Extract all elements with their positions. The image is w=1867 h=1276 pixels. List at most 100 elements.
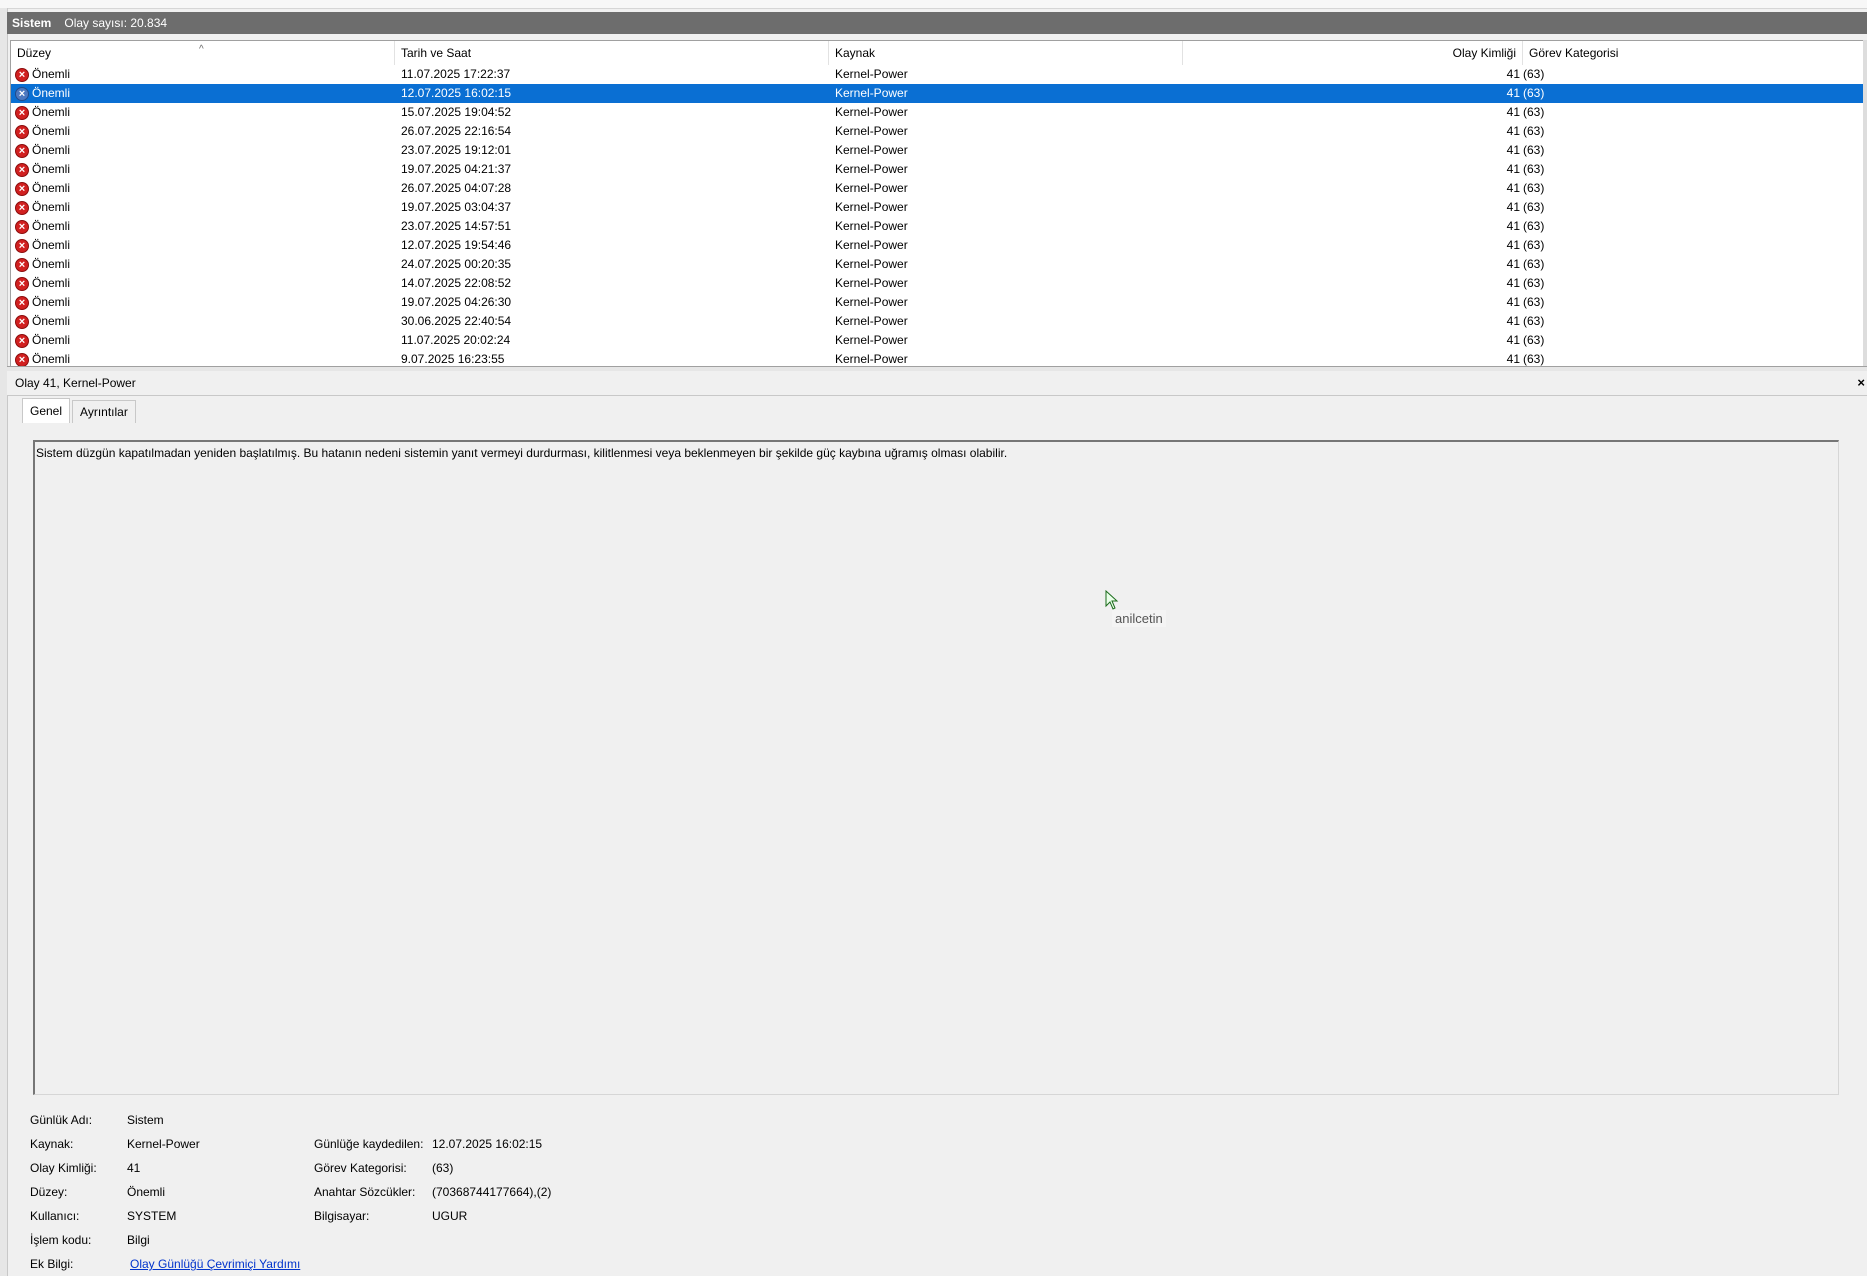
error-circle-icon: × bbox=[15, 67, 29, 82]
mouse-pointer-icon bbox=[1105, 590, 1119, 610]
cell-datetime: 15.07.2025 19:04:52 bbox=[401, 105, 512, 119]
cell-level: × Önemli bbox=[15, 198, 70, 217]
column-header-event-id[interactable]: Olay Kimliği bbox=[1183, 41, 1523, 65]
table-row[interactable]: × Önemli 19.07.2025 04:26:30 Kernel-Power 41… bbox=[11, 293, 1867, 312]
error-circle-icon: × bbox=[15, 86, 29, 101]
table-row[interactable]: × Önemli 19.07.2025 03:04:37 Kernel-Power 41… bbox=[11, 198, 1867, 217]
cell-datetime: 26.07.2025 04:07:28 bbox=[401, 181, 512, 195]
table-row[interactable]: × Önemli 14.07.2025 22:08:52 Kernel-Power 41… bbox=[11, 274, 1867, 293]
cell-level: × Önemli bbox=[15, 84, 70, 103]
online-help-link[interactable]: Olay Günlüğü Çevrimiçi Yardımı bbox=[130, 1257, 300, 1271]
prop-logged: Günlüğe kaydedilen: 12.07.2025 16:02:15 bbox=[314, 1137, 543, 1151]
event-list[interactable]: Düzey ^ Tarih ve Saat Kaynak Olay Kimliğ… bbox=[10, 40, 1867, 368]
sort-ascending-icon: ^ bbox=[199, 44, 204, 55]
cell-category: (63) bbox=[1523, 181, 1545, 195]
table-row[interactable]: × Önemli 23.07.2025 14:57:51 Kernel-Power 41… bbox=[11, 217, 1867, 236]
error-circle-icon: × bbox=[15, 295, 29, 310]
column-header-datetime[interactable]: Tarih ve Saat bbox=[395, 41, 829, 65]
table-row[interactable]: × Önemli 15.07.2025 19:04:52 Kernel-Power 41… bbox=[11, 103, 1867, 122]
detail-tabs: Genel Ayrıntılar bbox=[22, 398, 138, 424]
table-row[interactable]: × Önemli 19.07.2025 04:21:37 Kernel-Power 41… bbox=[11, 160, 1867, 179]
cell-datetime: 23.07.2025 19:12:01 bbox=[401, 143, 512, 157]
column-header-level[interactable]: Düzey ^ bbox=[11, 41, 395, 65]
cell-datetime: 11.07.2025 17:22:37 bbox=[401, 67, 511, 81]
cell-datetime: 19.07.2025 04:21:37 bbox=[401, 162, 512, 176]
error-circle-icon: × bbox=[15, 162, 29, 177]
cell-level: × Önemli bbox=[15, 331, 70, 350]
table-row[interactable]: × Önemli 26.07.2025 22:16:54 Kernel-Power 41… bbox=[11, 122, 1867, 141]
detail-header: Olay 41, Kernel-Power × bbox=[7, 371, 1867, 396]
list-scrollbar[interactable] bbox=[1863, 40, 1867, 366]
cell-datetime: 14.07.2025 22:08:52 bbox=[401, 276, 512, 290]
error-circle-icon: × bbox=[15, 257, 29, 272]
prop-source: Kaynak: Kernel-Power bbox=[30, 1137, 200, 1151]
table-row[interactable]: × Önemli 30.06.2025 22:40:54 Kernel-Power 41… bbox=[11, 312, 1867, 331]
error-circle-icon: × bbox=[15, 124, 29, 139]
cell-source: Kernel-Power bbox=[835, 86, 908, 100]
cell-event-id: 41 bbox=[1506, 162, 1520, 176]
cell-category: (63) bbox=[1523, 200, 1545, 214]
column-header-category[interactable]: Görev Kategorisi bbox=[1523, 41, 1867, 65]
table-row[interactable]: × Önemli 12.07.2025 16:02:15 Kernel-Power 41… bbox=[11, 84, 1863, 103]
cell-event-id: 41 bbox=[1506, 105, 1520, 119]
error-circle-icon: × bbox=[15, 219, 29, 234]
cell-source: Kernel-Power bbox=[835, 333, 908, 347]
table-row[interactable]: × Önemli 11.07.2025 20:02:24 Kernel-Power 41… bbox=[11, 331, 1867, 350]
cell-category: (63) bbox=[1523, 162, 1545, 176]
cell-category: (63) bbox=[1523, 295, 1545, 309]
event-count: Olay sayısı: 20.834 bbox=[64, 16, 168, 30]
column-header-source[interactable]: Kaynak bbox=[829, 41, 1183, 65]
cell-category: (63) bbox=[1523, 238, 1545, 252]
cell-category: (63) bbox=[1523, 105, 1545, 119]
cell-source: Kernel-Power bbox=[835, 219, 908, 233]
event-rows: × Önemli 11.07.2025 17:22:37 Kernel-Power 41… bbox=[11, 65, 1867, 367]
event-description-box[interactable]: Sistem düzgün kapatılmadan yeniden başla… bbox=[33, 440, 1839, 1095]
table-row[interactable]: × Önemli 23.07.2025 19:12:01 Kernel-Power 41… bbox=[11, 141, 1867, 160]
table-row[interactable]: × Önemli 12.07.2025 19:54:46 Kernel-Power 41… bbox=[11, 236, 1867, 255]
cell-level: × Önemli bbox=[15, 160, 70, 179]
cell-category: (63) bbox=[1523, 143, 1545, 157]
error-circle-icon: × bbox=[15, 143, 29, 158]
cell-level: × Önemli bbox=[15, 122, 70, 141]
cell-level: × Önemli bbox=[15, 274, 70, 293]
cell-source: Kernel-Power bbox=[835, 314, 908, 328]
cell-level: × Önemli bbox=[15, 312, 70, 331]
cell-event-id: 41 bbox=[1506, 67, 1520, 81]
cell-source: Kernel-Power bbox=[835, 181, 908, 195]
table-row[interactable]: × Önemli 11.07.2025 17:22:37 Kernel-Power 41… bbox=[11, 65, 1867, 84]
cell-datetime: 24.07.2025 00:20:35 bbox=[401, 257, 512, 271]
tab-general[interactable]: Genel bbox=[22, 398, 71, 423]
cell-source: Kernel-Power bbox=[835, 143, 908, 157]
cell-event-id: 41 bbox=[1506, 143, 1520, 157]
cell-source: Kernel-Power bbox=[835, 67, 908, 81]
cell-category: (63) bbox=[1523, 276, 1545, 290]
cell-category: (63) bbox=[1523, 333, 1545, 347]
cell-category: (63) bbox=[1523, 219, 1545, 233]
prop-event-id: Olay Kimliği: 41 bbox=[30, 1161, 141, 1175]
error-circle-icon: × bbox=[15, 333, 29, 348]
cell-category: (63) bbox=[1523, 67, 1545, 81]
table-row[interactable]: × Önemli 26.07.2025 04:07:28 Kernel-Power 41… bbox=[11, 179, 1867, 198]
column-header-row: Düzey ^ Tarih ve Saat Kaynak Olay Kimliğ… bbox=[11, 41, 1867, 65]
tab-details[interactable]: Ayrıntılar bbox=[72, 400, 136, 423]
cell-level: × Önemli bbox=[15, 255, 70, 274]
cell-event-id: 41 bbox=[1506, 276, 1520, 290]
cell-datetime: 30.06.2025 22:40:54 bbox=[401, 314, 512, 328]
cell-event-id: 41 bbox=[1506, 257, 1520, 271]
error-circle-icon: × bbox=[15, 314, 29, 329]
cell-category: (63) bbox=[1523, 86, 1545, 100]
event-description: Sistem düzgün kapatılmadan yeniden başla… bbox=[36, 446, 1008, 460]
log-title-bar: Sistem Olay sayısı: 20.834 bbox=[7, 12, 1867, 34]
cell-level: × Önemli bbox=[15, 103, 70, 122]
cell-level: × Önemli bbox=[15, 293, 70, 312]
error-circle-icon: × bbox=[15, 105, 29, 120]
cell-event-id: 41 bbox=[1506, 295, 1520, 309]
close-icon[interactable]: × bbox=[1857, 371, 1865, 395]
error-circle-icon: × bbox=[15, 276, 29, 291]
cell-category: (63) bbox=[1523, 257, 1545, 271]
cell-source: Kernel-Power bbox=[835, 276, 908, 290]
table-row[interactable]: × Önemli 24.07.2025 00:20:35 Kernel-Power 41… bbox=[11, 255, 1867, 274]
cell-datetime: 19.07.2025 04:26:30 bbox=[401, 295, 512, 309]
cell-event-id: 41 bbox=[1506, 314, 1520, 328]
cell-level: × Önemli bbox=[15, 179, 70, 198]
